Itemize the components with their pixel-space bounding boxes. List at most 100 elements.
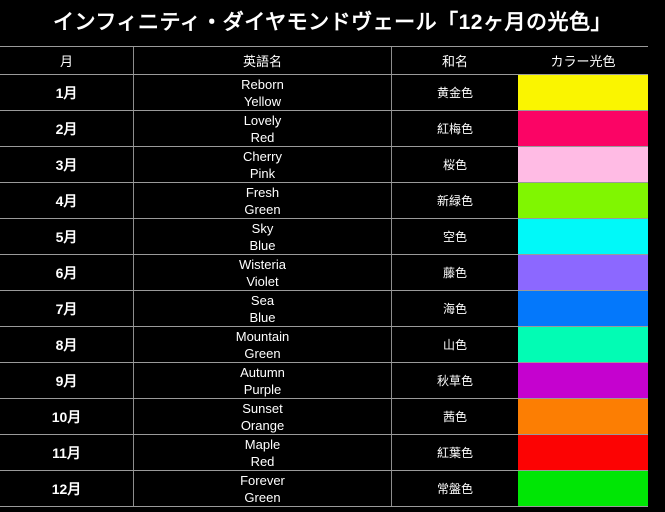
english-name-line-2: Green	[244, 489, 281, 505]
english-name-line-2: Pink	[249, 165, 276, 181]
english-name-line-2: Green	[244, 201, 281, 217]
cell-japanese-name: 桜色	[391, 147, 518, 182]
cell-month: 6月	[55, 264, 78, 281]
table-row: 12月 Forever Green 常盤色	[0, 471, 648, 506]
column-header-month: 月	[59, 54, 73, 69]
column-header-english-name: 英語名	[133, 47, 391, 74]
english-name-line-2: Blue	[249, 309, 276, 325]
page-root: インフィニティ・ダイヤモンドヴェール「12ヶ月の光色」 月 英語名 和名 カラー…	[0, 0, 665, 512]
cell-month: 7月	[55, 300, 78, 317]
color-swatch	[518, 327, 648, 362]
cell-month: 8月	[55, 336, 78, 353]
table-row: 9月 Autumn Purple 秋草色	[0, 363, 648, 398]
english-name-line-1: Forever	[240, 472, 285, 488]
cell-month: 3月	[55, 156, 78, 173]
column-header-color-light: カラー光色	[550, 54, 616, 69]
table-row: 1月 Reborn Yellow 黄金色	[0, 75, 648, 110]
english-name-line-2: Yellow	[243, 93, 282, 109]
english-name-stack: Mountain Green	[236, 328, 289, 362]
cell-color-light	[518, 75, 648, 110]
color-swatch	[518, 435, 648, 470]
english-name-line-2: Violet	[246, 273, 279, 289]
table-row: 6月 Wisteria Violet 藤色	[0, 255, 648, 290]
english-name-line-1: Wisteria	[239, 256, 286, 272]
english-name-line-1: Lovely	[243, 112, 282, 128]
cell-color-light	[518, 183, 648, 218]
column-header-japanese-name: 和名	[391, 47, 518, 74]
color-swatch	[518, 471, 648, 506]
cell-color-light	[518, 471, 648, 506]
cell-color-light	[518, 291, 648, 326]
english-name-stack: Forever Green	[240, 472, 285, 506]
table-row: 4月 Fresh Green 新緑色	[0, 183, 648, 218]
cell-english-name: Cherry Pink	[133, 147, 391, 182]
english-name-stack: Sky Blue	[249, 220, 275, 254]
table-row: 2月 Lovely Red 紅梅色	[0, 111, 648, 146]
cell-japanese-name: 藤色	[391, 255, 518, 290]
cell-color-light	[518, 327, 648, 362]
cell-english-name: Wisteria Violet	[133, 255, 391, 290]
english-name-line-2: Red	[250, 129, 275, 145]
table-row: 11月 Maple Red 紅葉色	[0, 435, 648, 470]
cell-month: 11月	[52, 444, 81, 461]
cell-color-light	[518, 111, 648, 146]
english-name-stack: Wisteria Violet	[239, 256, 286, 290]
english-name-stack: Fresh Green	[244, 184, 280, 218]
english-name-line-1: Sea	[250, 292, 275, 308]
table-row-rule	[0, 506, 648, 507]
cell-japanese-name: 新緑色	[391, 183, 518, 218]
table-header-row: 月 英語名 和名 カラー光色	[0, 47, 648, 74]
english-name-stack: Cherry Pink	[243, 148, 282, 182]
english-name-line-2: Red	[250, 453, 275, 469]
color-swatch	[518, 147, 648, 182]
english-name-line-2: Blue	[249, 237, 276, 253]
cell-month: 10月	[51, 408, 82, 425]
english-name-stack: Sunset Orange	[241, 400, 284, 434]
english-name-line-2: Orange	[240, 417, 285, 433]
english-name-stack: Lovely Red	[244, 112, 282, 146]
cell-english-name: Autumn Purple	[133, 363, 391, 398]
color-swatch	[518, 291, 648, 326]
cell-color-light	[518, 255, 648, 290]
color-schedule-table: 月 英語名 和名 カラー光色 1月 Reborn Yellow 黄金色 2月 Lovely…	[0, 46, 648, 507]
table-body: 1月 Reborn Yellow 黄金色 2月 Lovely Red 紅梅色 3月 Cherry P…	[0, 75, 648, 507]
english-name-line-1: Autumn	[240, 364, 285, 380]
color-swatch	[518, 111, 648, 146]
cell-english-name: Sunset Orange	[133, 399, 391, 434]
english-name-stack: Autumn Purple	[240, 364, 285, 398]
cell-color-light	[518, 219, 648, 254]
english-name-line-1: Cherry	[242, 148, 282, 164]
cell-japanese-name: 山色	[391, 327, 518, 362]
table-row: 5月 Sky Blue 空色	[0, 219, 648, 254]
color-swatch	[518, 75, 648, 110]
table-row: 8月 Mountain Green 山色	[0, 327, 648, 362]
cell-japanese-name: 黄金色	[391, 75, 518, 110]
color-swatch	[518, 183, 648, 218]
english-name-line-1: Sky	[251, 220, 274, 236]
english-name-line-1: Reborn	[241, 76, 284, 92]
cell-japanese-name: 常盤色	[391, 471, 518, 506]
english-name-stack: Reborn Yellow	[241, 76, 284, 110]
cell-color-light	[518, 399, 648, 434]
cell-color-light	[518, 363, 648, 398]
cell-english-name: Maple Red	[133, 435, 391, 470]
cell-japanese-name: 空色	[391, 219, 518, 254]
cell-japanese-name: 紅梅色	[391, 111, 518, 146]
cell-english-name: Fresh Green	[133, 183, 391, 218]
cell-japanese-name: 海色	[391, 291, 518, 326]
cell-color-light	[518, 147, 648, 182]
cell-month: 4月	[55, 192, 78, 209]
english-name-line-1: Fresh	[245, 184, 280, 200]
cell-month: 9月	[55, 372, 78, 389]
table-row: 7月 Sea Blue 海色	[0, 291, 648, 326]
english-name-line-2: Green	[244, 345, 281, 361]
color-swatch	[518, 219, 648, 254]
english-name-line-1: Mountain	[235, 328, 290, 344]
english-name-line-2: Purple	[243, 381, 282, 397]
english-name-stack: Sea Blue	[249, 292, 275, 326]
cell-japanese-name: 秋草色	[391, 363, 518, 398]
cell-month: 1月	[55, 84, 78, 101]
cell-japanese-name: 紅葉色	[391, 435, 518, 470]
cell-english-name: Lovely Red	[133, 111, 391, 146]
page-title: インフィニティ・ダイヤモンドヴェール「12ヶ月の光色」	[53, 11, 612, 34]
